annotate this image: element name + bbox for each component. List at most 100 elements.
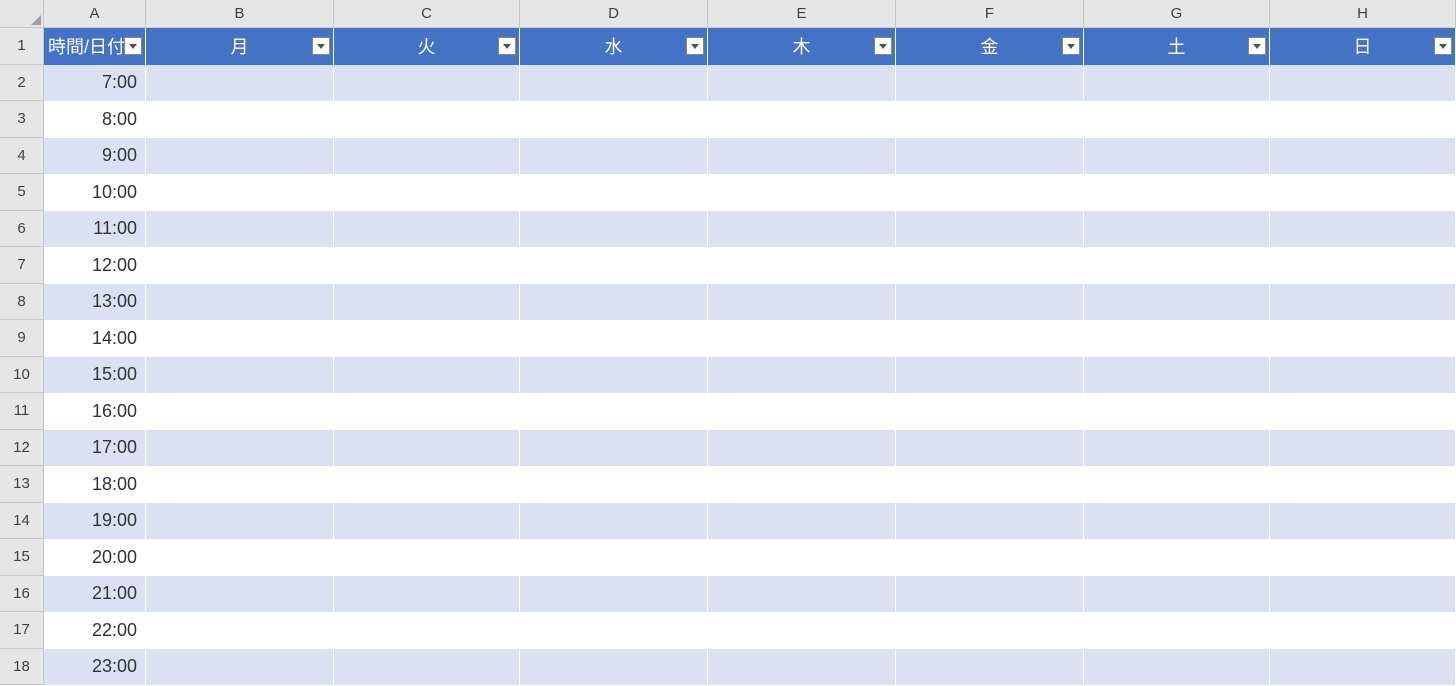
cell[interactable] (896, 393, 1084, 430)
filter-dropdown-icon[interactable] (1248, 37, 1266, 55)
cell[interactable] (708, 539, 896, 576)
cell[interactable] (520, 430, 708, 467)
cell[interactable] (1270, 284, 1456, 321)
cell[interactable] (708, 612, 896, 649)
select-all-corner[interactable] (0, 0, 44, 28)
time-cell[interactable]: 17:00 (44, 430, 146, 467)
cell[interactable] (1084, 247, 1270, 284)
cell[interactable] (1084, 503, 1270, 540)
cell[interactable] (708, 247, 896, 284)
row-header-15[interactable]: 15 (0, 539, 44, 576)
col-header-H[interactable]: H (1270, 0, 1456, 28)
col-header-G[interactable]: G (1084, 0, 1270, 28)
cell[interactable] (708, 65, 896, 102)
cell[interactable] (708, 138, 896, 175)
col-header-E[interactable]: E (708, 0, 896, 28)
cell[interactable] (896, 503, 1084, 540)
row-header-5[interactable]: 5 (0, 174, 44, 211)
cell[interactable] (334, 649, 520, 686)
cell[interactable] (1270, 466, 1456, 503)
time-cell[interactable]: 15:00 (44, 357, 146, 394)
time-cell[interactable]: 18:00 (44, 466, 146, 503)
cell[interactable] (146, 320, 334, 357)
cell[interactable] (146, 503, 334, 540)
cell[interactable] (146, 612, 334, 649)
filter-dropdown-icon[interactable] (1434, 37, 1452, 55)
cell[interactable] (708, 211, 896, 248)
cell[interactable] (896, 430, 1084, 467)
cell[interactable] (1270, 247, 1456, 284)
time-cell[interactable]: 21:00 (44, 576, 146, 613)
cell[interactable] (1084, 357, 1270, 394)
cell[interactable] (1084, 612, 1270, 649)
row-header-10[interactable]: 10 (0, 357, 44, 394)
cell[interactable] (334, 138, 520, 175)
cell[interactable] (520, 612, 708, 649)
cell[interactable] (334, 174, 520, 211)
th-thu[interactable]: 木 (708, 28, 896, 65)
time-cell[interactable]: 16:00 (44, 393, 146, 430)
row-header-4[interactable]: 4 (0, 138, 44, 175)
cell[interactable] (1270, 503, 1456, 540)
cell[interactable] (146, 174, 334, 211)
cell[interactable] (334, 539, 520, 576)
cell[interactable] (708, 649, 896, 686)
cell[interactable] (1270, 430, 1456, 467)
cell[interactable] (896, 357, 1084, 394)
cell[interactable] (334, 430, 520, 467)
cell[interactable] (1084, 284, 1270, 321)
cell[interactable] (334, 284, 520, 321)
cell[interactable] (520, 393, 708, 430)
cell[interactable] (708, 466, 896, 503)
cell[interactable] (1270, 612, 1456, 649)
cell[interactable] (1270, 65, 1456, 102)
cell[interactable] (146, 65, 334, 102)
cell[interactable] (1270, 174, 1456, 211)
cell[interactable] (1084, 320, 1270, 357)
cell[interactable] (896, 138, 1084, 175)
cell[interactable] (1270, 576, 1456, 613)
filter-dropdown-icon[interactable] (124, 37, 142, 55)
th-wed[interactable]: 水 (520, 28, 708, 65)
cell[interactable] (334, 247, 520, 284)
cell[interactable] (896, 576, 1084, 613)
row-header-8[interactable]: 8 (0, 284, 44, 321)
th-mon[interactable]: 月 (146, 28, 334, 65)
cell[interactable] (1084, 466, 1270, 503)
th-sun[interactable]: 日 (1270, 28, 1456, 65)
cell[interactable] (1084, 101, 1270, 138)
th-sat[interactable]: 土 (1084, 28, 1270, 65)
row-header-6[interactable]: 6 (0, 211, 44, 248)
cell[interactable] (708, 174, 896, 211)
cell[interactable] (708, 576, 896, 613)
cell[interactable] (1084, 430, 1270, 467)
col-header-C[interactable]: C (334, 0, 520, 28)
row-header-11[interactable]: 11 (0, 393, 44, 430)
cell[interactable] (896, 649, 1084, 686)
time-cell[interactable]: 11:00 (44, 211, 146, 248)
cell[interactable] (520, 320, 708, 357)
row-header-9[interactable]: 9 (0, 320, 44, 357)
cell[interactable] (1270, 539, 1456, 576)
cell[interactable] (708, 357, 896, 394)
filter-dropdown-icon[interactable] (1062, 37, 1080, 55)
cell[interactable] (1270, 357, 1456, 394)
cell[interactable] (708, 284, 896, 321)
cell[interactable] (1084, 174, 1270, 211)
cell[interactable] (146, 357, 334, 394)
cell[interactable] (1084, 393, 1270, 430)
cell[interactable] (520, 576, 708, 613)
cell[interactable] (1084, 649, 1270, 686)
cell[interactable] (708, 430, 896, 467)
filter-dropdown-icon[interactable] (312, 37, 330, 55)
row-header-1[interactable]: 1 (0, 28, 44, 65)
cell[interactable] (1270, 211, 1456, 248)
cell[interactable] (896, 101, 1084, 138)
cell[interactable] (520, 138, 708, 175)
time-cell[interactable]: 23:00 (44, 649, 146, 686)
cell[interactable] (896, 284, 1084, 321)
cell[interactable] (334, 211, 520, 248)
col-header-D[interactable]: D (520, 0, 708, 28)
row-header-18[interactable]: 18 (0, 649, 44, 686)
row-header-3[interactable]: 3 (0, 101, 44, 138)
